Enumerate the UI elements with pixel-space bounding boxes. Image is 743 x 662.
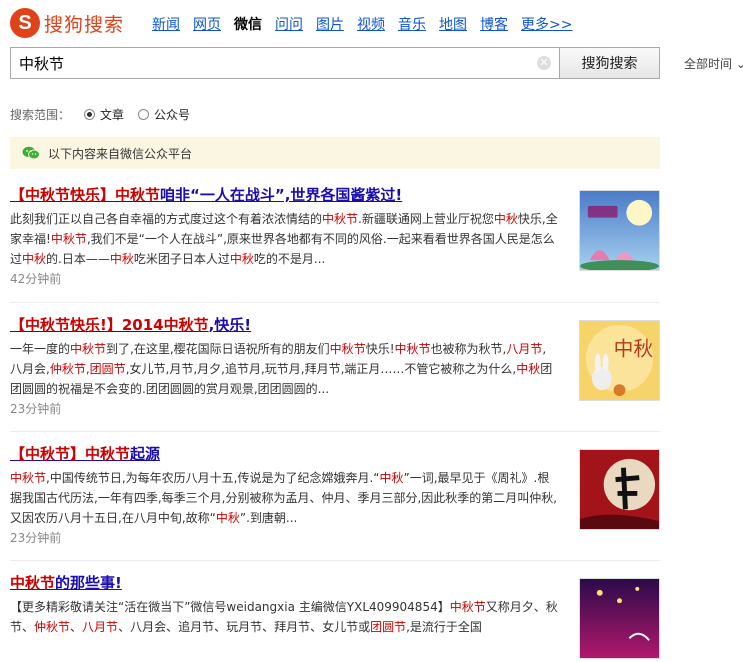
notice-text: 以下内容来自微信公众平台 [48,146,193,161]
nav-item[interactable]: 博客 [480,14,508,34]
nav-item[interactable]: 地图 [439,14,467,34]
keyword-highlight: 中秋节 [50,232,87,246]
result-title-link[interactable]: 【中秋节快乐】中秋节咱非“一人在战斗”,世界各国酱紫过! [10,186,660,204]
snippet-text: 到了,在这里,樱花国际日语祝所有的朋友们 [106,342,330,356]
nav-item[interactable]: 音乐 [398,14,426,34]
source-notice: 以下内容来自微信公众平台 [10,137,660,169]
keyword-highlight: 团圆节 [370,620,407,634]
snippet-text: ,是流行于全国 [406,620,482,634]
keyword-highlight: 【中秋节快乐】中秋节 [10,186,161,204]
snippet-text: 吃的不是月... [253,252,326,266]
result-divider [10,302,660,303]
svg-text:中秋: 中秋 [614,338,654,361]
keyword-highlight: 中秋 [516,362,541,376]
result-time: 23分钟前 [10,402,62,416]
red-calligraphy-image[interactable] [579,449,660,530]
keyword-highlight: 中秋节 [10,574,56,592]
result-divider [10,560,660,561]
keyword-highlight: 团圆节 [89,362,126,376]
result-snippet: 【更多精彩敬请关注“活在微当下”微信号weidangxia 主编微信YXL409… [10,597,558,637]
result-title-link[interactable]: 中秋节的那些事! [10,574,660,592]
keyword-highlight: 中秋 [109,252,134,266]
keyword-highlight: 【中秋节快乐!】2014中秋节 [10,316,209,334]
snippet-text: 的.日本—— [46,252,110,266]
title-text: 起源 [130,445,161,463]
wechat-icon [22,146,40,160]
snippet-text: ”.到唐朝... [239,511,298,525]
result-snippet: 一年一度的中秋节到了,在这里,樱花国际日语祝所有的朋友们中秋节快乐!中秋节也被称… [10,339,558,399]
nav-item[interactable]: 新闻 [152,14,180,34]
title-text: 的那些事! [55,574,122,592]
search-scope: 搜索范围： 文章 公众号 [10,106,190,123]
scope-option-articles[interactable]: 文章 [84,106,124,123]
keyword-highlight: 中秋节 [322,212,359,226]
snippet-text: 也被称为秋节, [430,342,507,356]
clear-icon[interactable]: ✕ [537,56,551,70]
nav-item[interactable]: 图片 [316,14,344,34]
keyword-highlight: 中秋节 [70,342,107,356]
snippet-text: 、 [70,620,83,634]
search-input[interactable] [11,48,537,78]
snippet-text: 此刻我们正以自己各自幸福的方式度过这个有着浓浓情结的 [10,212,323,226]
keyword-highlight: 中秋 [22,252,47,266]
keyword-highlight: 中秋 [229,252,254,266]
keyword-highlight: 【中秋节】中秋节 [10,445,131,463]
result-title-link[interactable]: 【中秋节】中秋节起源 [10,445,660,463]
purple-night-image[interactable] [579,578,660,659]
snippet-text: .新疆联通网上营业厅祝您 [358,212,494,226]
keyword-highlight: 中秋 [215,511,240,525]
result-item: 【中秋节快乐】中秋节咱非“一人在战斗”,世界各国酱紫过! 此刻我们正以自己各自幸福… [10,186,660,287]
search-box: ✕ [10,47,559,79]
sogou-logo[interactable]: S 搜狗搜索 [10,8,140,38]
top-nav: 新闻 网页 微信 问问 图片 视频 音乐 地图 博客 更多>> [152,14,572,34]
snippet-text: 快乐! [365,342,395,356]
logo-text: 搜狗搜索 [44,13,125,36]
result-item: 【中秋节快乐!】2014中秋节,快乐! 一年一度的中秋节到了,在这里,樱花国际日语… [10,316,660,417]
result-title-link[interactable]: 【中秋节快乐!】2014中秋节,快乐! [10,316,660,334]
rabbit-moon-image[interactable]: 中秋 [579,320,660,401]
result-item: 中秋节的那些事! 【更多精彩敬请关注“活在微当下”微信号weidangxia 主编… [10,574,660,659]
title-text: 咱非“一人在战斗”,世界各国酱紫过! [160,186,403,204]
nav-item[interactable]: 微信 [234,14,262,34]
result-time: 42分钟前 [10,272,62,286]
snippet-text: 、八月会、追月节、玩月节、拜月节、女儿节或 [118,620,371,634]
snippet-text: 一年一度的 [10,342,71,356]
nav-item[interactable]: 网页 [193,14,221,34]
scope-option-accounts[interactable]: 公众号 [138,106,190,123]
keyword-highlight: 仲秋节 [34,620,71,634]
keyword-highlight: 中秋节 [394,342,431,356]
keyword-highlight: 中秋 [379,471,404,485]
result-time: 23分钟前 [10,531,62,545]
snippet-text: 吃米团子日本人过 [133,252,230,266]
keyword-highlight: 中秋节 [10,471,47,485]
keyword-highlight: 中秋节 [449,600,486,614]
radio-unselected-icon[interactable] [138,109,150,120]
nav-item[interactable]: 视频 [357,14,385,34]
keyword-highlight: 中秋节 [329,342,366,356]
snippet-text: ,中国传统节日,为每年农历八月十五,传说是为了纪念嫦娥奔月.“ [46,471,380,485]
scope-label: 搜索范围： [10,108,71,122]
sogou-logo-icon: S [10,8,40,38]
title-text: ,快乐! [208,316,252,334]
snippet-text: 【更多精彩敬请关注“活在微当下”微信号weidangxia 主编微信YXL409… [10,600,450,614]
keyword-highlight: 八月节 [506,342,543,356]
moon-lotus-image[interactable] [579,190,660,272]
scope-option-label: 文章 [100,108,125,122]
scope-option-label: 公众号 [154,108,191,122]
nav-item[interactable]: 更多>> [521,14,572,34]
keyword-highlight: 中秋 [493,212,518,226]
radio-selected-icon[interactable] [84,109,96,120]
search-button[interactable]: 搜狗搜索 [559,47,660,79]
result-snippet: 中秋节,中国传统节日,为每年农历八月十五,传说是为了纪念嫦娥奔月.“中秋”一词,… [10,468,558,528]
time-filter-dropdown[interactable]: 全部时间 ⌄ [684,55,743,72]
result-snippet: 此刻我们正以自己各自幸福的方式度过这个有着浓浓情结的中秋节.新疆联通网上营业厅祝… [10,209,558,269]
result-divider [10,431,660,432]
keyword-highlight: 八月节 [82,620,119,634]
keyword-highlight: 仲秋节 [49,362,86,376]
nav-item[interactable]: 问问 [275,14,303,34]
snippet-text: ,女儿节,月节,月夕,追节月,玩节月,拜月节,端正月……不管它被称之为什么, [125,362,517,376]
result-item: 【中秋节】中秋节起源中秋节,中国传统节日,为每年农历八月十五,传说是为了纪念嫦娥… [10,445,660,546]
